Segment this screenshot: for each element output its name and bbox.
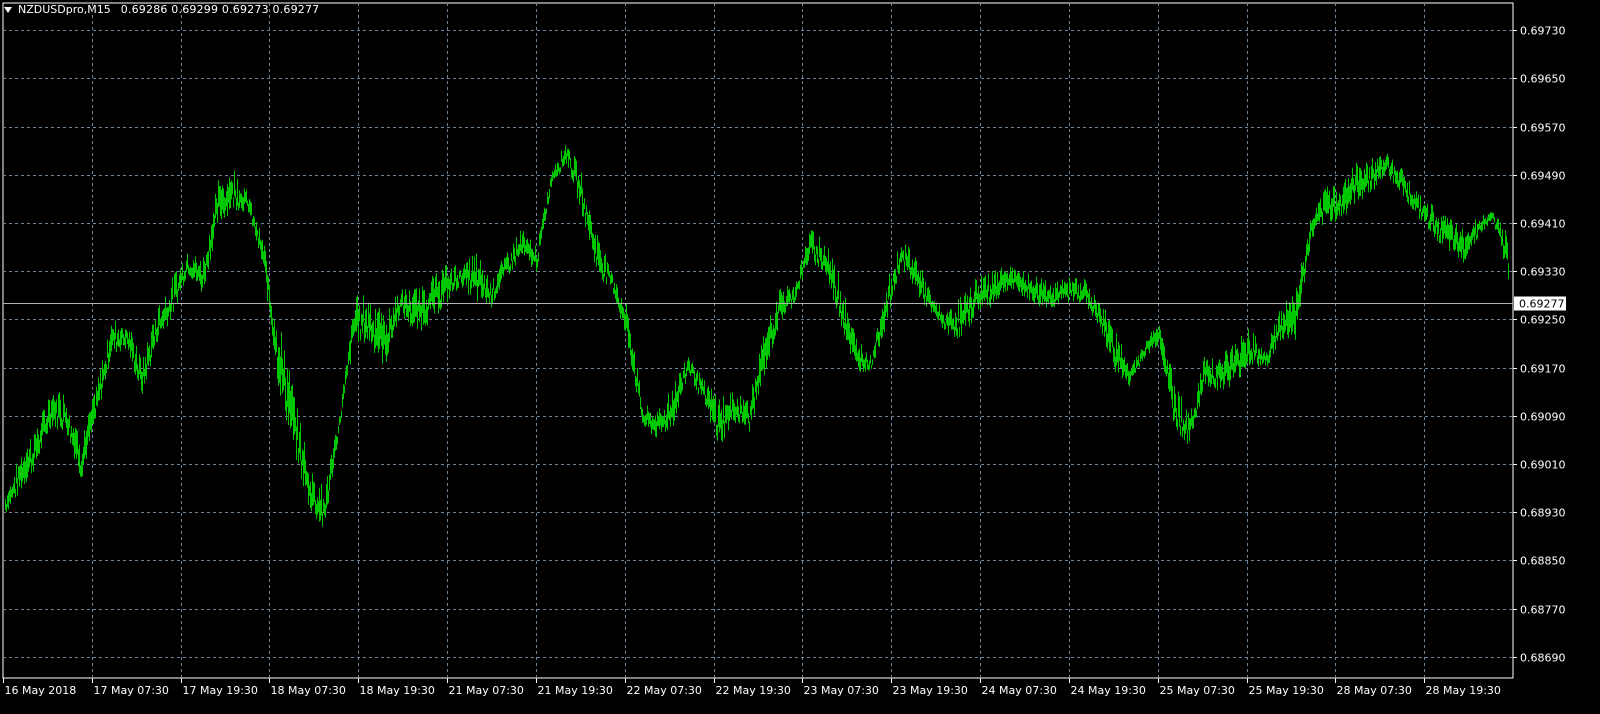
price-tick-label: 0.68850 (1520, 555, 1566, 568)
current-price-label: 0.69277 (1519, 298, 1565, 311)
price-tick-label: 0.68770 (1520, 604, 1566, 617)
plot-frame (2, 2, 1514, 679)
time-tick-label: 28 May 07:30 (1337, 684, 1412, 697)
time-tick-label: 25 May 07:30 (1160, 684, 1235, 697)
price-tick-label: 0.69090 (1520, 411, 1566, 424)
price-tick-label: 0.69250 (1520, 314, 1566, 327)
price-tick-label: 0.69730 (1520, 25, 1566, 38)
time-tick-label: 21 May 19:30 (538, 684, 613, 697)
time-tick-label: 18 May 19:30 (360, 684, 435, 697)
price-chart[interactable]: 0.69730 0.69650 0.69570 0.69490 0.69410 0.693… (0, 0, 1600, 714)
time-tick-label: 18 May 07:30 (271, 684, 346, 697)
time-tick-label: 16 May 2018 (5, 684, 77, 697)
price-tick-label: 0.69170 (1520, 363, 1566, 376)
price-tick-label: 0.69490 (1520, 170, 1566, 183)
price-tick-label: 0.68690 (1520, 652, 1566, 665)
time-axis: 16 May 2018 17 May 07:30 17 May 19:30 18 Ma… (3, 678, 1501, 697)
price-tick-label: 0.68930 (1520, 507, 1566, 520)
price-tick-label: 0.69010 (1520, 459, 1566, 472)
price-tick-label: 0.69570 (1520, 122, 1566, 135)
time-tick-label: 21 May 07:30 (449, 684, 524, 697)
price-tick-label: 0.69330 (1520, 266, 1566, 279)
price-tick-label: 0.69650 (1520, 73, 1566, 86)
price-bars (5, 145, 1509, 527)
time-tick-label: 22 May 19:30 (716, 684, 791, 697)
time-tick-label: 25 May 19:30 (1249, 684, 1324, 697)
price-tick-label: 0.69410 (1520, 218, 1566, 231)
time-tick-label: 24 May 07:30 (982, 684, 1057, 697)
price-axis: 0.69730 0.69650 0.69570 0.69490 0.69410 0.693… (1513, 25, 1566, 665)
time-tick-label: 17 May 07:30 (94, 684, 169, 697)
time-tick-label: 17 May 19:30 (183, 684, 258, 697)
time-tick-label: 28 May 19:30 (1426, 684, 1501, 697)
time-tick-label: 23 May 07:30 (804, 684, 879, 697)
chart-grid (2, 2, 1514, 679)
time-tick-label: 23 May 19:30 (893, 684, 968, 697)
time-tick-label: 22 May 07:30 (627, 684, 702, 697)
time-tick-label: 24 May 19:30 (1071, 684, 1146, 697)
